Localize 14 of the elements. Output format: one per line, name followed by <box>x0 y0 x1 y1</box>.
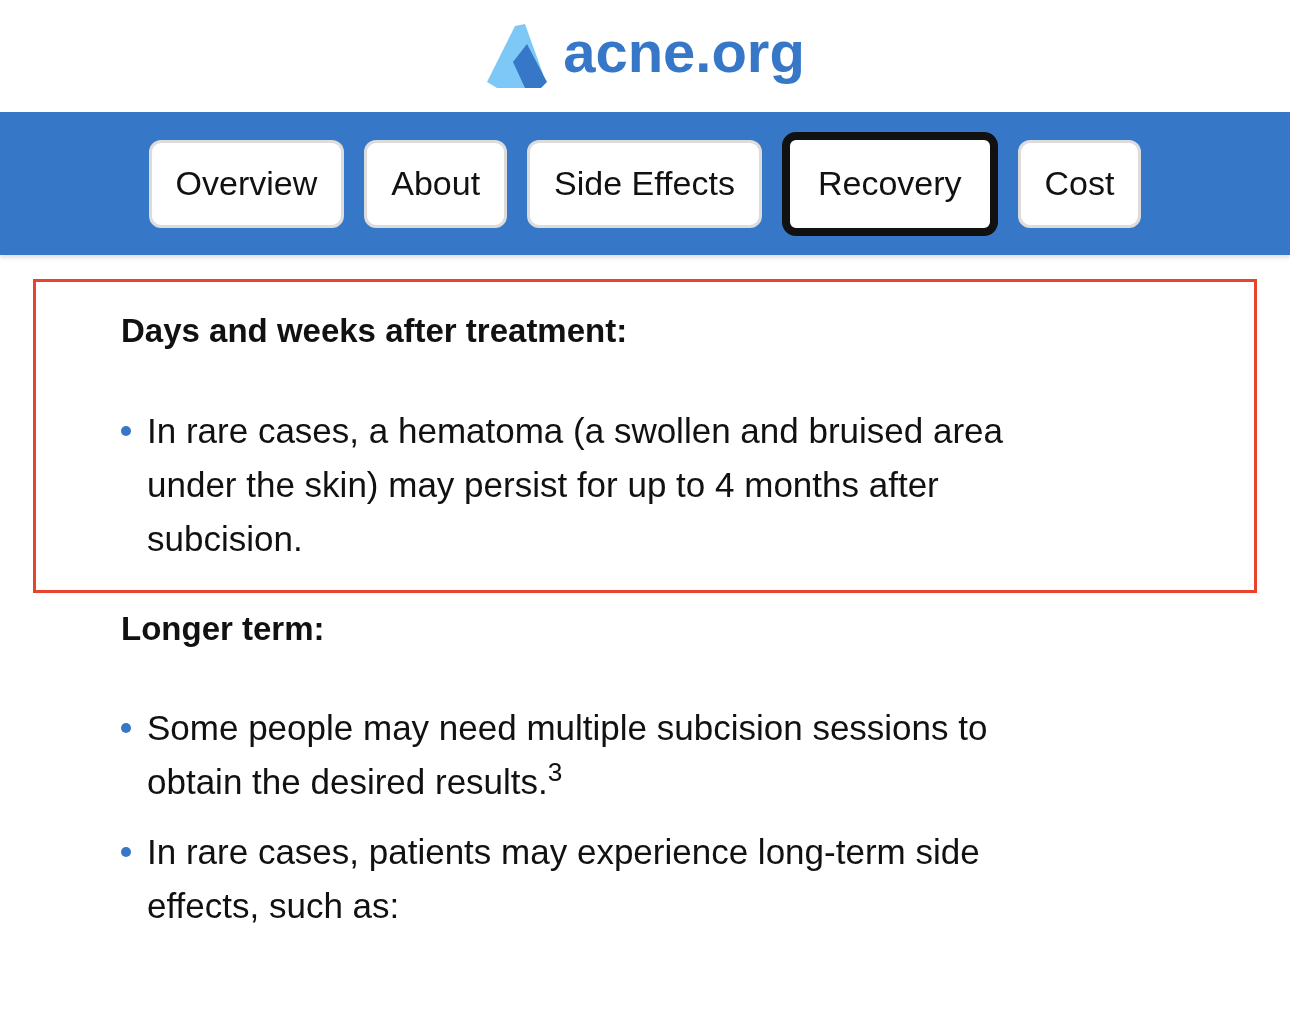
bullet-text: In rare cases, a hematoma (a swollen and bruised area under the skin) may persist for up to 4 months after subcision. <box>147 409 1004 560</box>
nav-tab[interactable]: Cost <box>1017 139 1142 228</box>
bullet-icon <box>121 847 131 857</box>
bullet-text: Some people may need multiple subcision sessions to obtain the desired results.$^{3}$ <box>147 707 989 803</box>
nav-tab[interactable]: Side Effects <box>527 139 762 228</box>
nav-tab[interactable]: Recovery <box>781 131 998 236</box>
nav-tab[interactable]: Overview <box>148 139 345 228</box>
section-heading: Days and weeks after treatment: <box>121 311 629 351</box>
bullet-text: In rare cases, patients may experience long-term side effects, such as: <box>147 831 981 927</box>
nav-tab[interactable]: About <box>364 139 508 228</box>
logo-text[interactable]: acne.org <box>563 23 805 89</box>
bullet-icon <box>121 723 131 733</box>
bullet-icon <box>121 425 131 436</box>
section-heading: Longer term: <box>121 608 326 649</box>
